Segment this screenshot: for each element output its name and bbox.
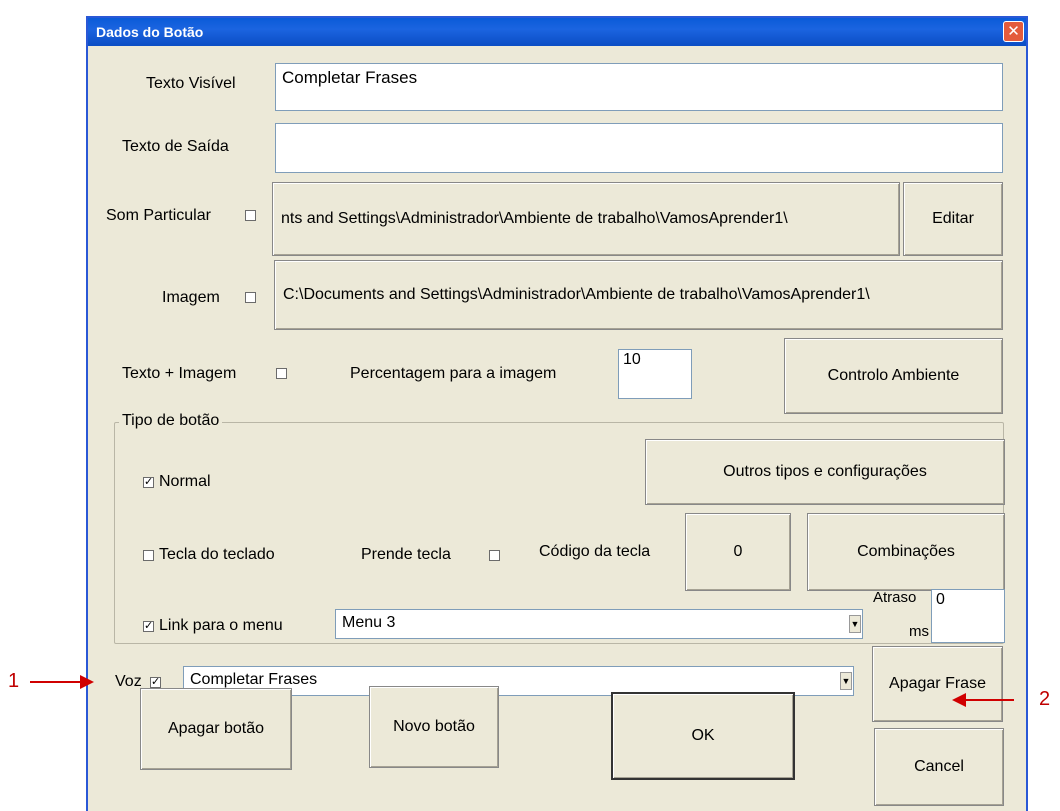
annotation-1: 1 <box>8 670 20 692</box>
som-particular-checkbox[interactable] <box>245 210 256 221</box>
texto-visivel-input[interactable]: Completar Frases <box>275 63 1003 111</box>
menu-select-value: Menu 3 <box>342 614 396 631</box>
link-menu-checkbox[interactable]: ✓ <box>143 621 154 632</box>
texto-imagem-label: Texto + Imagem <box>122 365 237 382</box>
texto-saida-input[interactable] <box>275 123 1003 173</box>
annotation-2: 2 <box>1039 688 1051 710</box>
atraso-input[interactable]: 0 <box>931 589 1005 643</box>
imagem-path-button[interactable]: C:\Documents and Settings\Administrador\… <box>274 260 1003 330</box>
outros-tipos-button[interactable]: Outros tipos e configurações <box>645 439 1005 505</box>
tecla-teclado-label: Tecla do teclado <box>159 546 275 563</box>
texto-imagem-checkbox[interactable] <box>276 368 287 379</box>
chevron-down-icon[interactable]: ▼ <box>849 615 861 633</box>
controlo-ambiente-button[interactable]: Controlo Ambiente <box>784 338 1003 414</box>
apagar-botao-button[interactable]: Apagar botão <box>140 688 292 770</box>
combinacoes-button[interactable]: Combinações <box>807 513 1005 591</box>
close-button[interactable]: ✕ <box>1003 21 1024 42</box>
ok-button[interactable]: OK <box>611 692 795 780</box>
arrowhead-left-icon <box>952 693 966 707</box>
codigo-tecla-button[interactable]: 0 <box>685 513 791 591</box>
editar-button[interactable]: Editar <box>903 182 1003 256</box>
atraso-label: Atraso <box>873 589 917 606</box>
title-bar[interactable]: Dados do Botão ✕ <box>88 18 1026 46</box>
check-icon: ✓ <box>144 620 154 632</box>
link-menu-label: Link para o menu <box>159 617 283 634</box>
codigo-tecla-label: Código da tecla <box>539 543 651 560</box>
normal-checkbox[interactable]: ✓ <box>143 477 154 488</box>
annotation-arrow-1-icon <box>30 681 86 683</box>
check-icon: ✓ <box>151 676 161 688</box>
voz-label: Voz <box>115 673 142 690</box>
prende-tecla-label: Prende tecla <box>361 546 451 563</box>
imagem-label: Imagem <box>162 289 220 306</box>
ms-label: ms <box>909 623 929 640</box>
imagem-checkbox[interactable] <box>245 292 256 303</box>
cancel-button[interactable]: Cancel <box>874 728 1004 806</box>
tipo-botao-group: Tipo de botão ✓ Normal Outros tipos e co… <box>114 412 1005 644</box>
close-icon: ✕ <box>1007 23 1020 40</box>
menu-select[interactable]: Menu 3 ▼ <box>335 609 863 639</box>
som-path-button[interactable]: nts and Settings\Administrador\Ambiente … <box>272 182 900 256</box>
annotation-arrow-2-icon <box>962 699 1014 701</box>
window-title: Dados do Botão <box>96 24 204 40</box>
percentagem-label: Percentagem para a imagem <box>350 365 557 382</box>
tecla-teclado-checkbox[interactable] <box>143 550 154 561</box>
normal-label: Normal <box>159 473 211 490</box>
voz-checkbox[interactable]: ✓ <box>150 677 161 688</box>
percentagem-input[interactable]: 10 <box>618 349 692 399</box>
texto-visivel-label: Texto Visível <box>146 75 236 92</box>
novo-botao-button[interactable]: Novo botão <box>369 686 499 768</box>
arrowhead-right-icon <box>80 675 94 689</box>
dialog-window: Dados do Botão ✕ Texto Visível Completar… <box>86 16 1028 811</box>
prende-tecla-checkbox[interactable] <box>489 550 500 561</box>
som-particular-label: Som Particular <box>106 207 211 224</box>
chevron-down-icon[interactable]: ▼ <box>840 672 852 690</box>
apagar-frase-button[interactable]: Apagar Frase <box>872 646 1003 722</box>
check-icon: ✓ <box>144 476 154 488</box>
tipo-botao-legend: Tipo de botão <box>119 412 223 430</box>
texto-saida-label: Texto de Saída <box>122 138 229 155</box>
voz-select-value: Completar Frases <box>190 671 318 688</box>
